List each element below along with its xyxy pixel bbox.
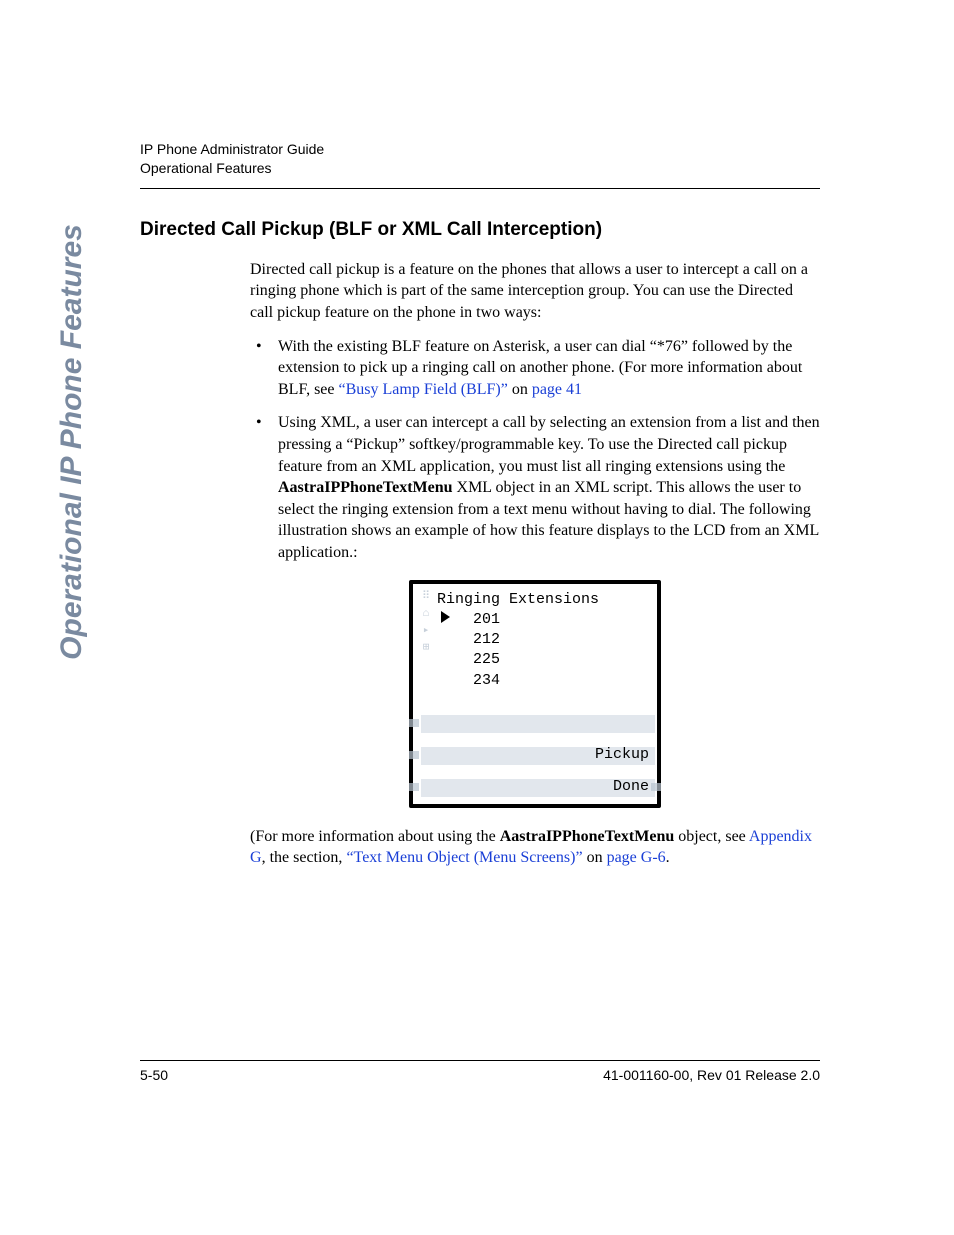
list-item: With the existing BLF feature on Asteris… [250, 336, 820, 401]
after-text-d: on [583, 849, 607, 866]
lcd-screen: ⠿ ⌂ ▸ ⊞ Ringing Extensions 201 [409, 580, 661, 808]
bullet2-text-a: Using XML, a user can intercept a call b… [278, 414, 820, 474]
lcd-softkey-row: Pickup [413, 742, 657, 770]
lcd-extension: 234 [453, 671, 500, 691]
after-text-a: (For more information about using the [250, 828, 500, 845]
header-divider [140, 188, 820, 189]
side-section-label: Operational IP Phone Features [55, 182, 89, 702]
link-page-g6[interactable]: page G-6 [607, 849, 666, 866]
footer-page-number: 5-50 [140, 1067, 168, 1083]
running-header: IP Phone Administrator Guide Operational… [140, 140, 820, 178]
footer-doc-revision: 41-001160-00, Rev 01 Release 2.0 [603, 1067, 820, 1083]
lcd-extension: 212 [453, 630, 500, 650]
softkey-tab-icon [409, 751, 419, 759]
softkey-bar-empty[interactable] [421, 715, 655, 733]
softkey-done[interactable]: Done [421, 779, 655, 797]
lcd-softkey-block: Pickup Done [413, 704, 657, 804]
bullet-list: With the existing BLF feature on Asteris… [250, 336, 820, 564]
softkey-tab-icon [409, 719, 419, 727]
lcd-status-column: ⠿ ⌂ ▸ ⊞ [417, 590, 435, 700]
softkey-tab-icon [409, 783, 419, 791]
lcd-status-icon: ▸ [423, 626, 430, 637]
header-title: IP Phone Administrator Guide [140, 140, 820, 159]
bullet2-bold: AastraIPPhoneTextMenu [278, 479, 453, 496]
lcd-extension: 201 [453, 610, 500, 630]
link-blf[interactable]: “Busy Lamp Field (BLF)” [339, 381, 508, 398]
lcd-menu-item[interactable]: 234 [437, 671, 651, 691]
after-text-b: object, see [674, 828, 749, 845]
body-text: Directed call pickup is a feature on the… [250, 259, 820, 869]
after-text-c: , the section, [262, 849, 347, 866]
after-paragraph: (For more information about using the Aa… [250, 826, 820, 869]
link-page41[interactable]: page 41 [532, 381, 582, 398]
after-bold: AastraIPPhoneTextMenu [500, 828, 675, 845]
lcd-status-icon: ⌂ [423, 609, 430, 620]
list-item: Using XML, a user can intercept a call b… [250, 412, 820, 563]
selection-arrow-icon [441, 611, 450, 623]
lcd-menu-item[interactable]: 212 [437, 630, 651, 650]
footer-divider [140, 1060, 820, 1061]
softkey-pickup[interactable]: Pickup [421, 747, 655, 765]
page-footer: 5-50 41-001160-00, Rev 01 Release 2.0 [140, 1060, 820, 1083]
header-subtitle: Operational Features [140, 159, 820, 178]
lcd-softkey-row [413, 710, 657, 738]
bullet1-text-b: on [508, 381, 532, 398]
page-body: IP Phone Administrator Guide Operational… [140, 140, 820, 881]
softkey-tab-icon [651, 783, 661, 791]
link-text-menu-object[interactable]: “Text Menu Object (Menu Screens)” [346, 849, 582, 866]
lcd-menu-item[interactable]: 225 [437, 650, 651, 670]
lcd-illustration: ⠿ ⌂ ▸ ⊞ Ringing Extensions 201 [409, 580, 661, 808]
intro-paragraph: Directed call pickup is a feature on the… [250, 259, 820, 324]
lcd-extension: 225 [453, 650, 500, 670]
lcd-menu-item[interactable]: 201 [437, 610, 651, 630]
section-heading: Directed Call Pickup (BLF or XML Call In… [140, 219, 820, 241]
lcd-status-icon: ⠿ [422, 592, 430, 603]
lcd-softkey-row: Done [413, 774, 657, 802]
lcd-title: Ringing Extensions [435, 590, 651, 610]
lcd-status-icon: ⊞ [423, 643, 430, 654]
after-text-e: . [666, 849, 670, 866]
